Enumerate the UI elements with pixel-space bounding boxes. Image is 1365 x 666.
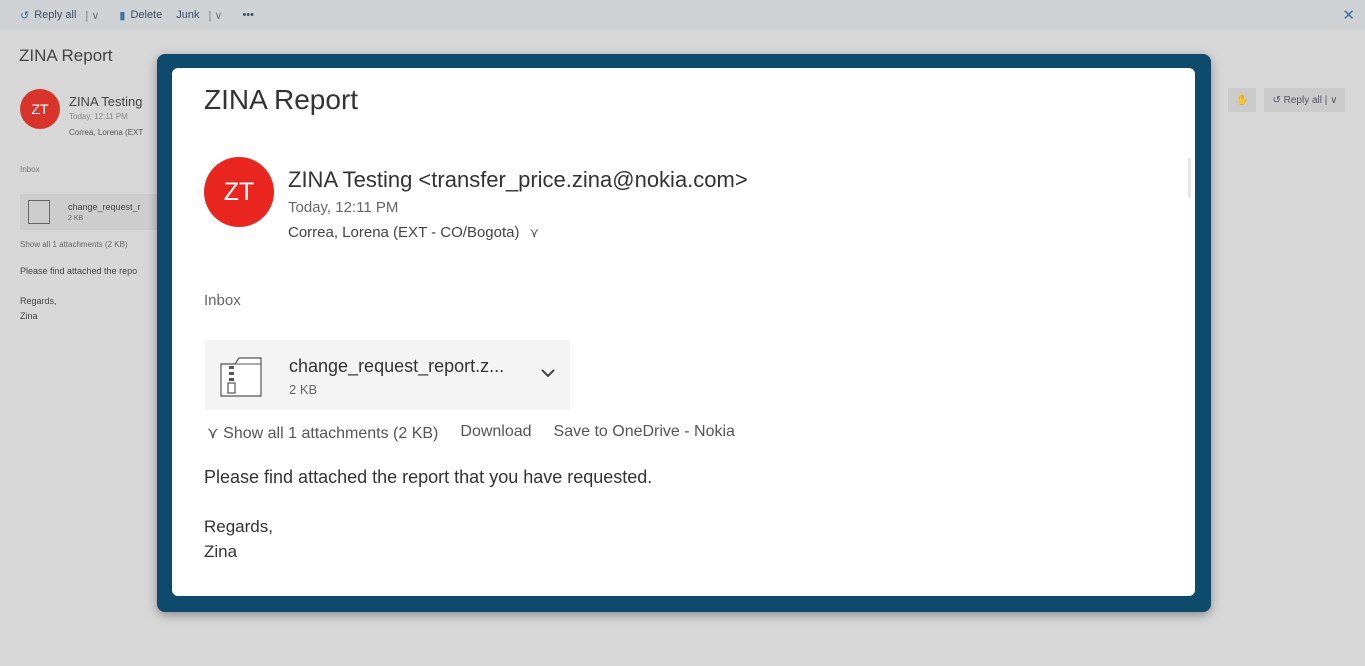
reply-all-icon: ↺ xyxy=(20,9,30,22)
bg-reading-actions: ✋ ↺ Reply all | ∨ xyxy=(1228,88,1346,112)
double-chevron-down-icon: ⋎ xyxy=(207,425,219,442)
recipients: Correa, Lorena (EXT - CO/Bogota) ⋎ xyxy=(288,224,539,241)
bg-signature: Zina xyxy=(20,311,38,321)
message-regards: Regards, xyxy=(204,517,273,536)
bg-sent-time: Today, 12:11 PM xyxy=(69,112,128,121)
message-signature: Zina xyxy=(204,542,238,561)
bg-subject: ZINA Report xyxy=(19,46,113,65)
bg-reply-all-button[interactable]: ↺ Reply all | ∨ xyxy=(1264,88,1346,112)
bg-avatar: ZT xyxy=(20,89,60,129)
reply-all-button[interactable]: ↺ Reply all | ∨ xyxy=(20,9,99,22)
bg-sender[interactable]: ZINA Testing xyxy=(69,94,142,109)
bg-show-all-link[interactable]: Show all 1 attachments (2 KB) xyxy=(20,240,128,249)
bg-zip-icon xyxy=(28,200,50,224)
bg-regards: Regards, xyxy=(20,296,57,306)
page-title: ZINA Report xyxy=(204,84,359,115)
bg-attachment[interactable]: change_request_r 2 KB xyxy=(20,194,160,230)
sent-time: Today, 12:11 PM xyxy=(288,199,399,216)
download-link[interactable]: Download xyxy=(460,423,531,443)
close-icon[interactable]: ✕ xyxy=(1342,6,1355,24)
bg-attachment-size: 2 KB xyxy=(68,215,84,222)
bg-recipients: Correa, Lorena (EXT xyxy=(69,128,144,137)
chevron-down-icon: | ∨ xyxy=(1321,94,1338,106)
reply-all-dropdown-icon[interactable]: | ∨ xyxy=(85,9,99,22)
attachment-name: change_request_report.z... xyxy=(289,356,505,376)
message-popup-frame: ZINA Report ZT ZINA Testing <transfer_pr… xyxy=(157,54,1211,612)
attachment-size: 2 KB xyxy=(289,382,318,397)
attachment-actions: ⋎ Show all 1 attachments (2 KB) Download… xyxy=(207,423,735,443)
thumbs-up-icon: ✋ xyxy=(1236,94,1249,106)
sender-name[interactable]: ZINA Testing <transfer_price.zina@nokia.… xyxy=(288,167,748,193)
bg-attachment-name: change_request_r xyxy=(68,202,141,212)
reply-all-icon: ↺ xyxy=(1272,94,1284,106)
zip-file-icon xyxy=(220,357,262,397)
folder-label[interactable]: Inbox xyxy=(204,292,241,309)
show-all-attachments-link[interactable]: ⋎ Show all 1 attachments (2 KB) xyxy=(207,423,438,443)
junk-dropdown-icon[interactable]: | ∨ xyxy=(208,9,222,22)
message-card: ZINA Report ZT ZINA Testing <transfer_pr… xyxy=(172,68,1195,596)
junk-button[interactable]: Junk | ∨ xyxy=(176,9,222,22)
delete-button[interactable]: ▮ Delete xyxy=(119,9,162,22)
bg-folder: Inbox xyxy=(20,165,40,174)
message-body: Please find attached the report that you… xyxy=(204,467,653,487)
save-to-onedrive-link[interactable]: Save to OneDrive - Nokia xyxy=(554,423,735,443)
like-button[interactable]: ✋ xyxy=(1228,88,1257,112)
attachment-card[interactable]: change_request_report.z... 2 KB xyxy=(205,340,570,410)
expand-recipients-icon[interactable]: ⋎ xyxy=(530,225,540,241)
more-options-button[interactable]: ••• xyxy=(242,9,254,21)
trash-icon: ▮ xyxy=(119,9,126,22)
bg-body-text: Please find attached the repo xyxy=(20,266,138,276)
scrollbar[interactable] xyxy=(1188,158,1191,198)
chevron-down-icon[interactable] xyxy=(539,364,557,382)
mail-toolbar: ↺ Reply all | ∨ ▮ Delete Junk | ∨ ••• ✕ xyxy=(0,0,1365,30)
recipient-name[interactable]: Correa, Lorena (EXT - CO/Bogota) xyxy=(288,224,520,241)
avatar[interactable]: ZT xyxy=(204,157,274,227)
